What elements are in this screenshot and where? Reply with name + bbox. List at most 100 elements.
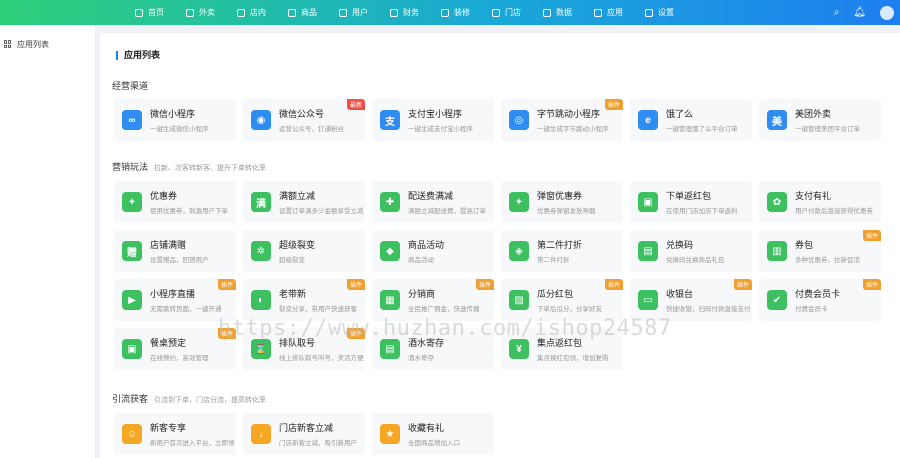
nav-item-goods[interactable]: 商品 [277,0,328,25]
app-card[interactable]: ✦ 弹窗优惠券 优惠券弹窗发放神器 [501,181,623,223]
app-icon: ✦ [122,192,142,212]
app-card[interactable]: 美美团外卖 一键管理美团平台订单 [759,99,881,141]
app-card[interactable]: ▥ 券包 多种优惠券，拉新促活 插件 [759,230,881,272]
section-title: 引流获客 [112,394,149,404]
section-title: 经营渠道 [112,81,149,91]
app-icon: ∞ [122,110,142,130]
nav-item-store[interactable]: 店内 [226,0,277,25]
nav-item-label: 商品 [301,8,317,17]
app-desc: 第二件打折 [537,257,570,264]
section-channels: 经营渠道 [112,79,148,91]
data-icon [543,8,551,17]
store-icon [237,8,245,17]
app-desc: 快捷收银，扫码付款直接支付 [666,306,750,313]
main-panel: 应用列表 经营渠道 ∞ 微信小程序 一键生成微信小程序 ◉ 微信公众号 运营公众号，打通粉… [100,33,900,458]
app-card[interactable]: ∞ 微信小程序 一键生成微信小程序 [114,99,236,141]
page-title: 应用列表 [116,51,160,60]
app-name: 满额立减 [279,191,316,201]
app-name: 美团外卖 [795,109,832,119]
sidebar: 应用列表 [0,25,96,458]
app-desc: 裂变分享，带用户快速获客 [279,306,357,313]
nav-item-label: 财务 [403,8,419,17]
app-card[interactable]: ▤ 兑换码兑换码兑换商品礼包 [630,230,752,272]
app-desc: 付费会员卡 [795,306,828,313]
app-card[interactable]: ▶ 小程序直播 无需跳转页面，一键开通 插件 [114,279,236,321]
nav-item-user[interactable]: 用户 [328,0,379,25]
nav-item-shop[interactable]: 门店 [481,0,532,25]
app-card[interactable]: ▣ 下单返红包 在使用门店加店下单返利 [630,181,752,223]
goods-icon [288,8,296,17]
nav-item-label: 设置 [658,8,674,17]
nav-item-label: 应用 [607,8,623,17]
settings-icon [645,8,653,17]
app-card[interactable]: ▭ 收银台 快捷收银，扫码付款直接支付 插件 [630,279,752,321]
section-desc: 拉新、次客转新客、提升下单转化率 [154,165,267,172]
app-icon: ✲ [251,241,271,261]
app-desc: 新用户首次进入平台，立即领取 [150,440,234,447]
bell-icon[interactable]: 🔔︎ [853,7,866,18]
app-icon: ▧ [509,290,529,310]
nav-item-label: 店内 [250,8,266,17]
card-badge: 插件 [346,279,365,290]
app-card[interactable]: ↓ 门店新客立减 门店新客立减，吸引新用户 [243,413,365,455]
app-icon: ▭ [638,290,658,310]
app-icon: ★ [380,424,400,444]
app-name: 兑换码 [666,240,694,250]
section-traffic: 引流获客 引流到下单，门店分流，提高转化率 [112,392,266,404]
app-card[interactable]: ✿ 支付有礼 用户付款后直接获得优惠券 [759,181,881,223]
app-card[interactable]: 赠店铺满赠 设置赠品，回馈用户 [114,230,236,272]
app-card[interactable]: ✲ 超级裂变 超级裂变 [243,230,365,272]
app-card[interactable]: ◉ 微信公众号 运营公众号，打通粉丝 最新 [243,99,365,141]
app-name: 配送费满减 [408,191,454,201]
app-card[interactable]: ✦ 优惠券 使用优惠券，刺激用户下单 [114,181,236,223]
app-card[interactable]: ▦ 分销商 全民推广佣金，快速传播 插件 [372,279,494,321]
app-icon: ✦ [509,192,529,212]
app-name: 饿了么 [666,109,694,119]
app-desc: 使用优惠券，刺激用户下单 [150,208,228,215]
sidebar-item-app-list[interactable]: 应用列表 [0,33,95,55]
app-icon: ◈ [509,241,529,261]
nav-item-takeout[interactable]: 外卖 [175,0,226,25]
nav-item-settings[interactable]: 设置 [634,0,685,25]
nav-item-data[interactable]: 数据 [532,0,583,25]
channel-grid: ∞ 微信小程序 一键生成微信小程序 ◉ 微信公众号 运营公众号，打通粉丝 最新支支付宝小程序… [114,99,881,141]
app-card[interactable]: 支支付宝小程序 一键生成支付宝小程序 [372,99,494,141]
app-desc: 线上排队取号叫号，灵活方便 [279,355,363,362]
top-navigation-bar: 首页 外卖 店内 商品 用户 财务 装修 门店 数据 应用 设置 ⌕ 🔔︎ [0,0,900,25]
app-desc: 在线预约，高效管理 [150,355,209,362]
app-icon: ▤ [638,241,658,261]
sidebar-item-label: 应用列表 [17,39,49,49]
app-card[interactable]: ◎ 字节跳动小程序 一键生成字节跳动小程序 插件 [501,99,623,141]
app-desc: 满额立减配送费，提高订单 [408,208,486,215]
card-badge: 插件 [604,279,623,290]
search-icon[interactable]: ⌕ [834,7,840,18]
app-card[interactable]: ◆ 商品活动 商品活动 [372,230,494,272]
app-icon: ▤ [380,339,400,359]
nav-item-decorate[interactable]: 装修 [430,0,481,25]
avatar[interactable] [880,5,894,20]
nav-item-apps[interactable]: 应用 [583,0,634,25]
app-desc: 商品活动 [408,257,434,264]
app-card[interactable]: ▧ 瓜分红包 下单后瓜分，分享好友 插件 [501,279,623,321]
nav-item-home[interactable]: 首页 [124,0,175,25]
app-card[interactable]: ◈ 第二件打折 第二件打折 [501,230,623,272]
app-card[interactable]: ✔ 付费会员卡 付费会员卡 插件 [759,279,881,321]
shop-icon [492,8,500,17]
app-desc: 兑换码兑换商品礼包 [666,257,725,264]
app-name: 商品活动 [408,240,445,250]
app-desc: 一键生成字节跳动小程序 [537,126,609,133]
app-card[interactable]: ★ 收藏有礼 全国商品增加入口 [372,413,494,455]
app-card[interactable]: ✚ 配送费满减 满额立减配送费，提高订单 [372,181,494,223]
app-name: 弹窗优惠券 [537,191,583,201]
takeout-icon [186,8,194,17]
app-card[interactable]: 满满额立减 设置订单满多少金额享受立减 [243,181,365,223]
app-desc: 一键生成支付宝小程序 [408,126,473,133]
grid-icon [4,40,12,48]
app-card[interactable]: ◐ 老带新 裂变分享，带用户快速获客 插件 [243,279,365,321]
app-card[interactable]: ☺ 新客专享 新用户首次进入平台，立即领取 [114,413,236,455]
finance-icon [390,8,398,17]
app-card[interactable]: e 饿了么 一键管理饿了么平台订单 [630,99,752,141]
app-icon: 满 [251,192,271,212]
nav-item-finance[interactable]: 财务 [379,0,430,25]
app-desc: 无需跳转页面，一键开通 [150,306,222,313]
